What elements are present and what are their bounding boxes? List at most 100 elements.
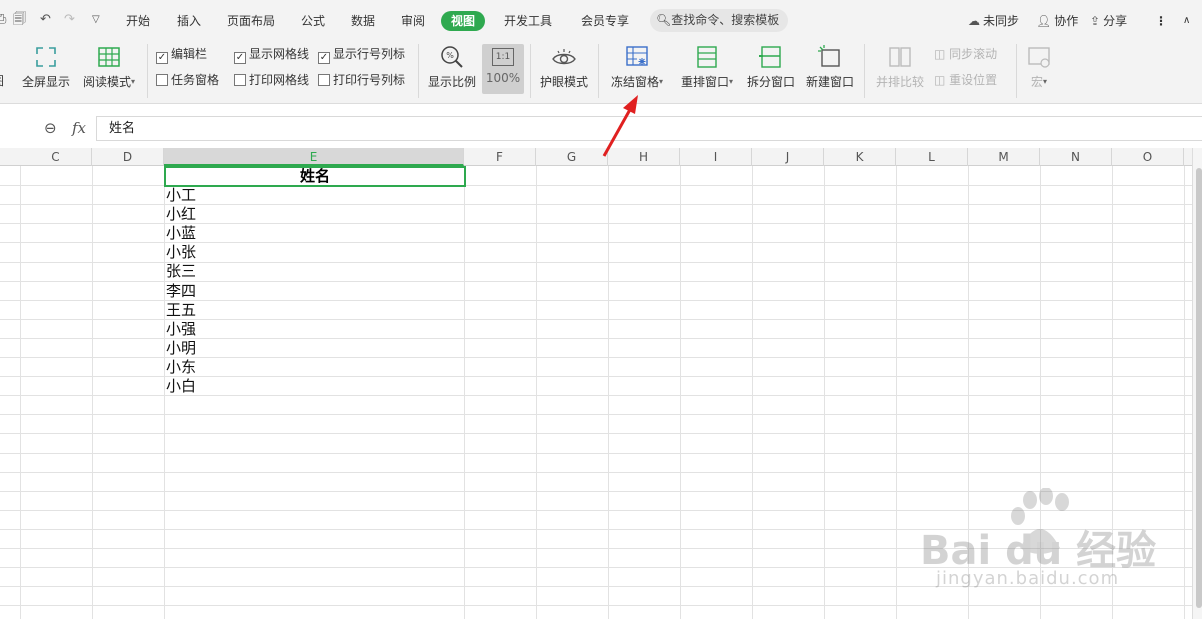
new-window-icon <box>818 45 840 67</box>
show-gridlines-checkbox[interactable]: ✓ 显示网格线 <box>234 47 309 64</box>
search-placeholder: 查找命令、搜索模板 <box>671 13 780 27</box>
menu-devtools[interactable]: 开发工具 <box>504 13 552 29</box>
sync-status-button[interactable]: ☁ 未同步 <box>968 13 1019 29</box>
ribbon-partial-button[interactable]: 图 <box>0 73 4 89</box>
undo-icon[interactable]: ↶ <box>40 12 51 28</box>
ribbon-separator <box>147 44 148 98</box>
split-window-icon <box>759 46 781 68</box>
share-button[interactable]: ⇪ 分享 <box>1090 13 1127 29</box>
cell-e10[interactable]: 小明 <box>166 339 196 358</box>
grid-column-line <box>1184 166 1185 619</box>
reading-mode-icon <box>98 47 120 67</box>
column-header-i[interactable]: I <box>680 148 752 166</box>
column-header-d[interactable]: D <box>92 148 164 166</box>
command-search-box[interactable]: 🔍︎查找命令、搜索模板 <box>650 9 788 32</box>
arrange-windows-button[interactable]: 重排窗口▾ <box>676 44 738 90</box>
menu-insert[interactable]: 插入 <box>177 13 201 29</box>
arrange-windows-icon <box>697 46 717 68</box>
zoom-100-button[interactable]: 1:1 100% <box>482 44 524 94</box>
sync-scroll-icon: ◫ <box>934 47 950 61</box>
task-pane-checkbox[interactable]: 任务窗格 <box>156 73 219 87</box>
more-menu-icon[interactable]: ⋮ <box>1155 13 1167 29</box>
menu-data[interactable]: 数据 <box>351 13 375 29</box>
grid-column-line <box>680 166 681 619</box>
eye-mode-button[interactable]: 护眼模式 <box>538 44 590 90</box>
macro-icon <box>1028 47 1050 68</box>
zoom-magnifier-icon[interactable]: ⊖ <box>44 119 57 137</box>
column-header-j[interactable]: J <box>752 148 824 166</box>
grid-row-line <box>0 433 1192 434</box>
grid-column-line <box>608 166 609 619</box>
cell-e12[interactable]: 小白 <box>166 377 196 396</box>
column-header-o[interactable]: O <box>1112 148 1184 166</box>
menu-formula[interactable]: 公式 <box>301 13 325 29</box>
show-headers-checkbox[interactable]: ✓ 显示行号列标 <box>318 47 405 64</box>
column-header-f[interactable]: F <box>464 148 536 166</box>
watermark-url: jingyan.baidu.com <box>936 568 1120 589</box>
grid-column-line <box>164 166 165 619</box>
zoom-ratio-label: 显示比例 <box>427 75 476 89</box>
ribbon-separator <box>598 44 599 98</box>
eye-mode-label: 护眼模式 <box>539 75 588 89</box>
collapse-ribbon-icon[interactable]: ∧ <box>1183 13 1190 29</box>
zoom-ratio-button[interactable]: % 显示比例 <box>426 44 478 90</box>
macro-label: 宏▾ <box>1030 75 1048 89</box>
redo-icon[interactable]: ↷ <box>64 12 75 28</box>
sync-label: 未同步 <box>983 14 1020 28</box>
column-header-k[interactable]: K <box>824 148 896 166</box>
cell-e9[interactable]: 小强 <box>166 320 196 339</box>
eye-icon <box>552 49 576 65</box>
formula-input[interactable]: 姓名 <box>96 116 1202 141</box>
collaborate-button[interactable]: 👤︎ 协作 <box>1036 13 1078 29</box>
menu-view[interactable]: 视图 <box>441 11 486 31</box>
print-gridlines-checkbox[interactable]: 打印网格线 <box>234 73 309 87</box>
menu-review[interactable]: 审阅 <box>401 13 425 29</box>
zoom-100-label: 100% <box>485 71 521 85</box>
macro-button[interactable]: 宏▾ <box>1022 44 1056 90</box>
cell-e2[interactable]: 小工 <box>166 186 196 205</box>
grid-column-line <box>896 166 897 619</box>
arrange-windows-label: 重排窗口▾ <box>680 75 734 89</box>
grid-row-line <box>0 453 1192 454</box>
split-window-button[interactable]: 拆分窗口 <box>746 44 796 90</box>
reset-position-button[interactable]: ◫ 重设位置 <box>934 73 997 87</box>
column-header-c[interactable]: C <box>20 148 92 166</box>
sync-scroll-button[interactable]: ◫ 同步滚动 <box>934 47 997 61</box>
cell-e5[interactable]: 小张 <box>166 243 196 262</box>
column-header-m[interactable]: M <box>968 148 1040 166</box>
side-by-side-icon <box>889 47 911 67</box>
annotation-arrow <box>602 95 638 157</box>
menu-page-layout[interactable]: 页面布局 <box>227 13 275 29</box>
column-header-l[interactable]: L <box>896 148 968 166</box>
new-window-label: 新建窗口 <box>805 75 854 89</box>
menu-member[interactable]: 会员专享 <box>581 13 629 29</box>
fullscreen-button[interactable]: 全屏显示 <box>20 44 72 90</box>
reset-position-icon: ◫ <box>934 73 950 87</box>
cell-e3[interactable]: 小红 <box>166 205 196 224</box>
cell-e6[interactable]: 张三 <box>166 262 196 281</box>
new-window-button[interactable]: 新建窗口 <box>804 44 856 90</box>
top-menu-bar: ⎙ 🗐 ↶ ↷ ▽ 开始 插入 页面布局 公式 数据 审阅 视图 开发工具 会员… <box>0 0 1202 40</box>
menu-start[interactable]: 开始 <box>126 13 150 29</box>
save-icon[interactable]: ⎙ <box>0 12 6 28</box>
baidu-jingyan-watermark: Bai du 经验 jingyan.baidu.com <box>920 487 1156 598</box>
freeze-panes-button[interactable]: 冻结窗格▾ <box>606 44 668 90</box>
cell-e8[interactable]: 王五 <box>166 301 196 320</box>
cell-e4[interactable]: 小蓝 <box>166 224 196 243</box>
fx-icon[interactable]: fx <box>72 119 86 137</box>
side-by-side-button[interactable]: 并排比较 <box>874 44 926 90</box>
scrollbar-thumb[interactable] <box>1196 168 1202 608</box>
cell-e7[interactable]: 李四 <box>166 282 196 301</box>
zoom-ratio-icon: % <box>441 46 463 68</box>
cell-e11[interactable]: 小东 <box>166 358 196 377</box>
column-header-e[interactable]: E <box>164 148 464 166</box>
print-headers-checkbox[interactable]: 打印行号列标 <box>318 73 405 87</box>
customize-dropdown-icon[interactable]: ▽ <box>92 12 100 28</box>
freeze-panes-icon <box>626 46 648 66</box>
checkbox-unchecked-icon <box>318 74 330 86</box>
reading-mode-button[interactable]: 阅读模式▾ <box>79 44 139 90</box>
active-cell[interactable]: 姓名 <box>164 166 466 187</box>
print-preview-icon[interactable]: 🗐 <box>13 12 26 28</box>
column-header-n[interactable]: N <box>1040 148 1112 166</box>
edit-bar-checkbox[interactable]: ✓ 编辑栏 <box>156 47 207 64</box>
